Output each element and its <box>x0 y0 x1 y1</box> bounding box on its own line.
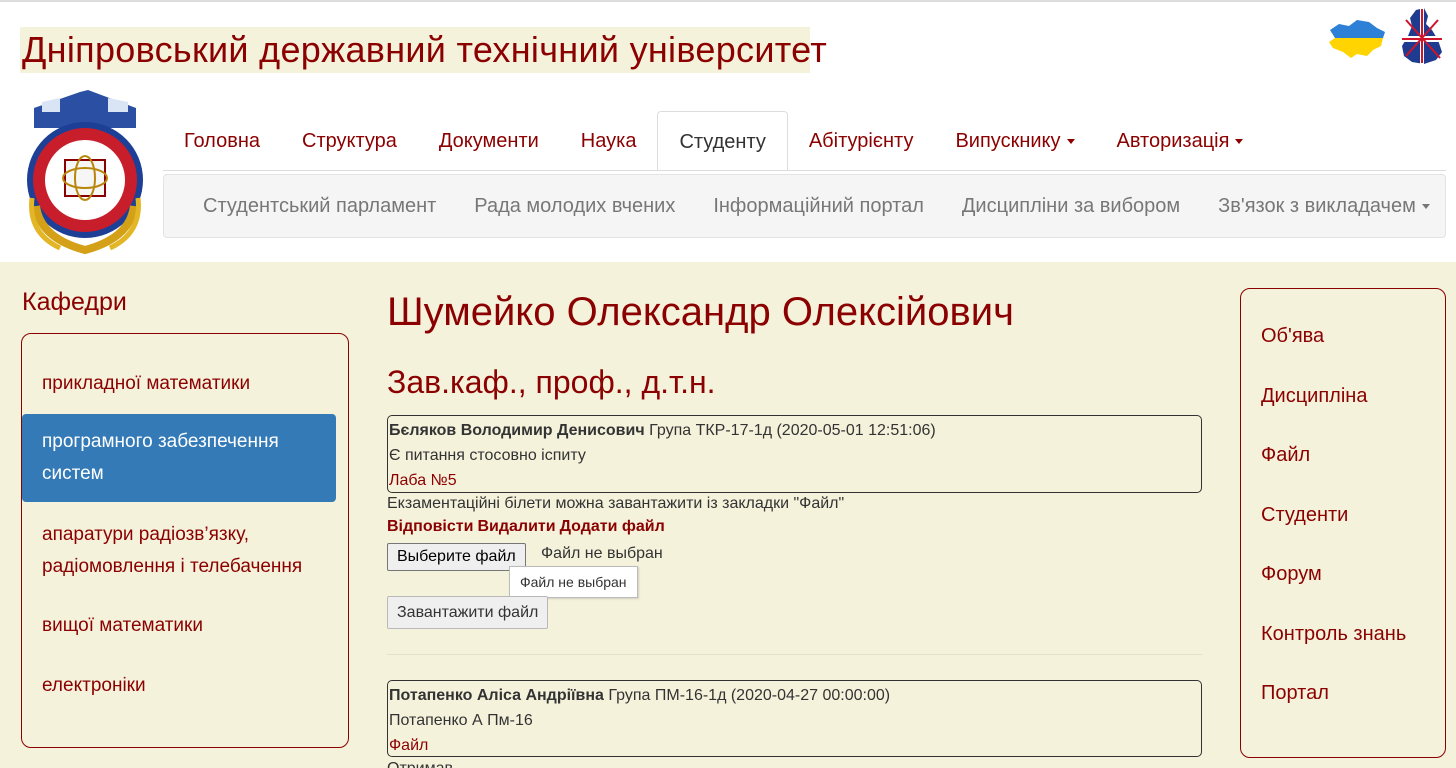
message-attachment-link[interactable]: Лаба №5 <box>389 468 1200 493</box>
caret-down-icon <box>1421 204 1430 210</box>
main-navigation: Головна Структура Документи Наука Студен… <box>163 111 1264 171</box>
reply-text: Екзаментаційні білети можна завантажити … <box>387 495 845 512</box>
subnav-item-label: Студентський парламент <box>203 195 437 217</box>
nav-item-label: Абітурієнту <box>808 130 914 152</box>
department-item[interactable]: прикладної математики <box>22 368 336 400</box>
reply-link[interactable]: Відповісти <box>387 518 473 535</box>
departments-title: Кафедри <box>22 288 127 316</box>
department-item[interactable]: електроніки <box>22 670 336 702</box>
department-item[interactable]: апаратури радіозв’язку, радіомовлення і … <box>22 519 336 583</box>
nav-item-label: Авторизація <box>1116 130 1230 152</box>
caret-down-icon <box>1235 139 1244 145</box>
nav-item-label: Випускнику <box>955 130 1061 152</box>
menu-item-discipline[interactable]: Дисципліна <box>1261 385 1367 408</box>
nav-item-label: Структура <box>302 130 397 152</box>
file-tooltip: Файл не выбран <box>509 566 638 598</box>
message-header: Бєляков Володимир Денисович Група ТКР-17… <box>389 418 1200 443</box>
delete-link[interactable]: Видалити <box>477 518 555 535</box>
nav-item-structure[interactable]: Структура <box>281 111 418 171</box>
message-author: Бєляков Володимир Денисович <box>389 422 645 439</box>
menu-item-forum[interactable]: Форум <box>1261 563 1322 586</box>
message-meta: Група ПМ-16-1д (2020-04-27 00:00:00) <box>603 687 891 704</box>
message-card: Бєляков Володимир Денисович Група ТКР-17… <box>387 415 1202 493</box>
file-status: Файл не выбран <box>541 545 663 562</box>
message-meta: Група ТКР-17-1д (2020-05-01 12:51:06) <box>644 422 936 439</box>
nav-item-authorization[interactable]: Авторизація <box>1096 111 1265 171</box>
message-header: Потапенко Аліса Андріївна Група ПМ-16-1д… <box>389 683 1200 708</box>
upload-file-button[interactable]: Завантажити файл <box>387 596 549 629</box>
subnav-item-label: Інформаційний портал <box>713 195 924 217</box>
teacher-position: Зав.каф., проф., д.т.н. <box>387 364 716 400</box>
department-item-active[interactable]: програмного забезпечення систем <box>22 414 336 502</box>
nav-item-student[interactable]: Студенту <box>657 111 788 171</box>
message-text: Є питання стосовно іспиту <box>389 447 586 464</box>
message-card: Потапенко Аліса Андріївна Група ПМ-16-1д… <box>387 680 1202 757</box>
subnav-item-label: Рада молодих вчених <box>474 195 676 217</box>
ukraine-flag-icon[interactable] <box>1327 16 1387 60</box>
nav-item-graduate[interactable]: Випускнику <box>934 111 1095 171</box>
department-item[interactable]: вищої математики <box>22 610 336 642</box>
partial-text: Отримав <box>387 760 453 768</box>
menu-item-knowledge-control[interactable]: Контроль знань <box>1261 623 1406 646</box>
teacher-menu: Об'ява Дисципліна Файл Студенти Форум Ко… <box>1240 288 1446 758</box>
nav-item-science[interactable]: Наука <box>560 111 658 171</box>
menu-item-students[interactable]: Студенти <box>1261 504 1348 527</box>
subnav-item-elective-disciplines[interactable]: Дисципліни за вибором <box>943 175 1199 237</box>
message-attachment-link[interactable]: Файл <box>389 733 1200 758</box>
teacher-name: Шумейко Олександр Олексійович <box>387 290 1014 334</box>
choose-file-button[interactable]: Выберите файл <box>387 543 526 571</box>
message-text: Потапенко А Пм-16 <box>389 712 533 729</box>
university-logo[interactable] <box>20 88 150 258</box>
nav-item-applicant[interactable]: Абітурієнту <box>788 111 935 171</box>
nav-item-label: Наука <box>580 130 637 152</box>
nav-item-documents[interactable]: Документи <box>418 111 560 171</box>
subnav-item-contact-teacher[interactable]: Зв'язок з викладачем <box>1199 175 1449 237</box>
nav-divider <box>163 170 1446 171</box>
message-divider <box>387 654 1202 655</box>
nav-item-label: Студенту <box>679 131 766 153</box>
departments-list: прикладної математики програмного забезп… <box>21 333 349 748</box>
menu-item-announcement[interactable]: Об'ява <box>1261 325 1324 348</box>
subnav-item-info-portal[interactable]: Інформаційний портал <box>694 175 943 237</box>
site-title[interactable]: Дніпровський державний технічний універс… <box>20 27 827 73</box>
subnav-item-label: Дисципліни за вибором <box>961 195 1181 217</box>
reply-actions: Відповісти Видалити Додати файл <box>387 518 669 536</box>
nav-item-label: Документи <box>438 130 539 152</box>
add-file-link[interactable]: Додати файл <box>560 518 665 535</box>
menu-item-file[interactable]: Файл <box>1261 444 1310 467</box>
top-border <box>0 0 1456 2</box>
subnav-item-young-scientists[interactable]: Рада молодих вчених <box>455 175 694 237</box>
nav-item-home[interactable]: Головна <box>163 111 281 171</box>
caret-down-icon <box>1066 139 1075 145</box>
sub-navigation: Студентський парламент Рада молодих вчен… <box>163 174 1446 238</box>
subnav-item-label: Зв'язок з викладачем <box>1218 195 1416 217</box>
subnav-item-student-parliament[interactable]: Студентський парламент <box>184 175 455 237</box>
message-author: Потапенко Аліса Андріївна <box>389 687 604 704</box>
nav-item-label: Головна <box>184 130 260 152</box>
menu-item-portal[interactable]: Портал <box>1261 682 1329 705</box>
uk-flag-icon[interactable] <box>1398 6 1444 66</box>
